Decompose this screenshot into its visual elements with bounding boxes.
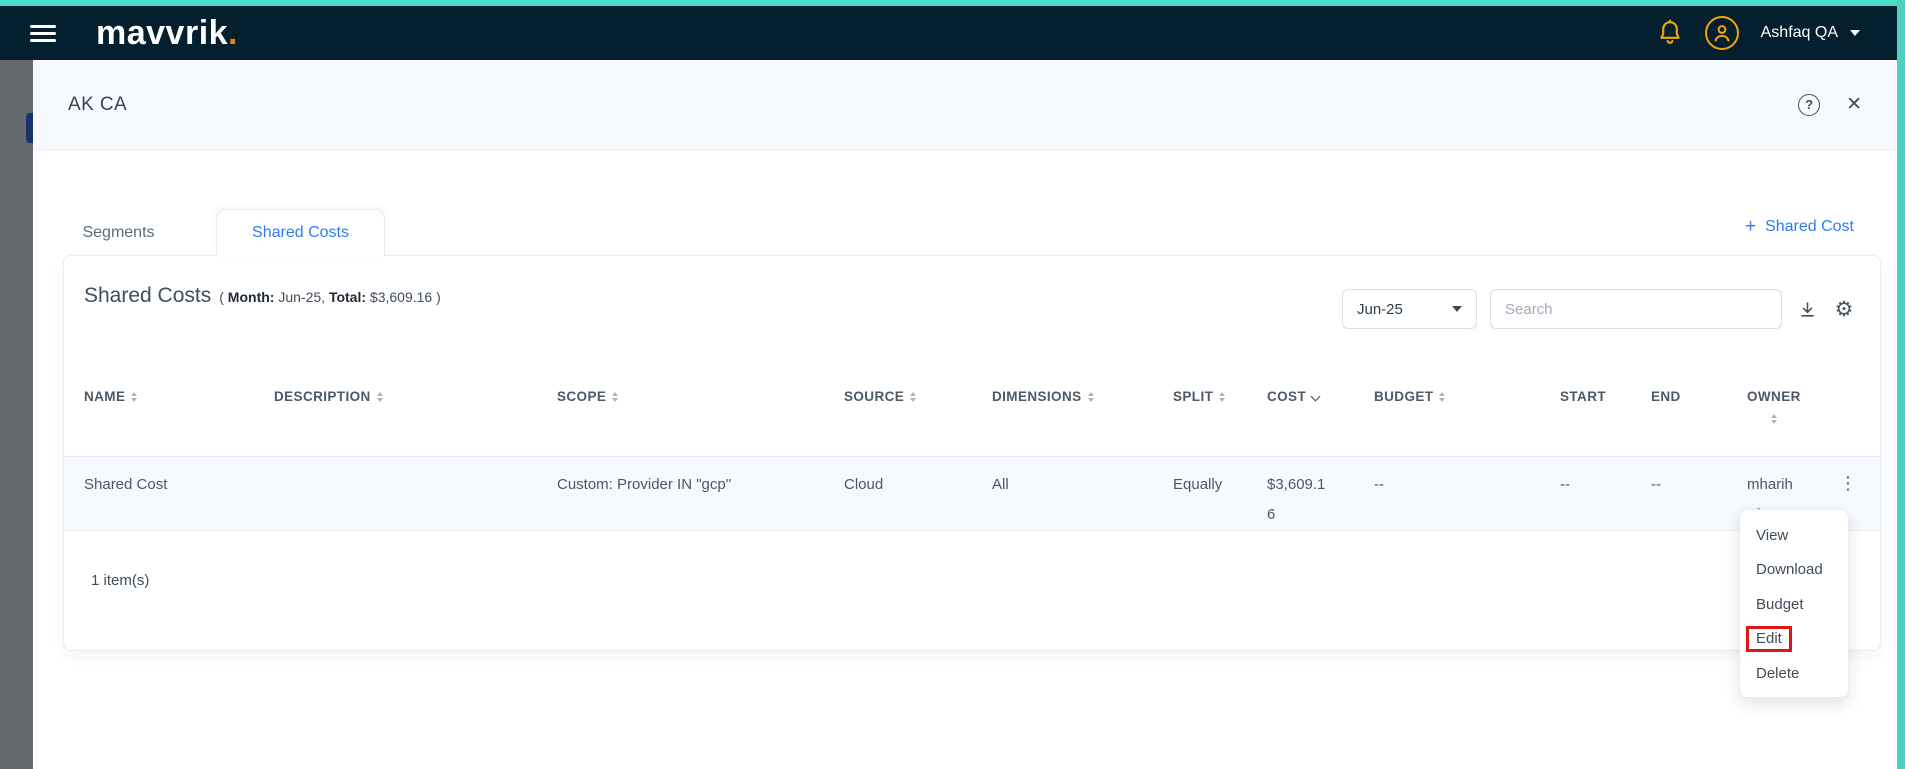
modal-header: AK CA ? ✕ xyxy=(33,60,1897,150)
page: mavvrik. Ashfaq QA xyxy=(0,0,1905,769)
column-header-name[interactable]: NAME xyxy=(84,371,274,424)
table-row[interactable]: Shared Cost Custom: Provider IN "gcp" Cl… xyxy=(64,456,1880,531)
sort-icon xyxy=(1439,392,1445,402)
settings-gear-icon[interactable]: ⚙ xyxy=(1832,297,1856,321)
sort-desc-icon xyxy=(1311,392,1321,402)
notifications-bell-icon[interactable] xyxy=(1657,19,1683,47)
menu-item-edit[interactable]: Edit xyxy=(1740,622,1848,657)
add-shared-cost-button[interactable]: + Shared Cost xyxy=(1745,212,1854,242)
search-input[interactable] xyxy=(1490,289,1782,329)
help-icon[interactable]: ? xyxy=(1798,94,1820,116)
sort-icon xyxy=(1088,392,1094,402)
column-header-cost[interactable]: COST xyxy=(1267,371,1374,424)
cell-scope: Custom: Provider IN "gcp" xyxy=(557,457,844,530)
column-header-description[interactable]: DESCRIPTION xyxy=(274,371,557,424)
sort-icon xyxy=(910,392,916,402)
sort-icon xyxy=(131,392,137,402)
menu-item-budget[interactable]: Budget xyxy=(1740,587,1848,622)
cell-name: Shared Cost xyxy=(84,457,274,530)
month-value: Jun-25, xyxy=(278,289,325,305)
logo-dot: . xyxy=(228,14,238,52)
menu-item-delete[interactable]: Delete xyxy=(1740,656,1848,691)
month-label: Month: xyxy=(228,289,275,305)
sort-icon xyxy=(377,392,383,402)
sort-icon xyxy=(612,392,618,402)
navbar-right: Ashfaq QA xyxy=(1657,16,1860,50)
user-menu[interactable]: Ashfaq QA xyxy=(1761,24,1860,42)
card-title: Shared Costs xyxy=(84,284,211,308)
close-icon[interactable]: ✕ xyxy=(1846,95,1862,114)
total-value: $3,609.16 xyxy=(370,289,432,305)
chevron-down-icon xyxy=(1452,306,1462,312)
chevron-down-icon xyxy=(1850,30,1860,36)
card-heading: Shared Costs ( Month: Jun-25, Total: $3,… xyxy=(84,284,441,308)
items-count: 1 item(s) xyxy=(91,572,149,589)
column-header-split[interactable]: SPLIT xyxy=(1173,371,1267,424)
table-controls: Jun-25 ⚙ xyxy=(1342,289,1856,329)
tab-shared-costs[interactable]: Shared Costs xyxy=(216,209,385,256)
sort-icon xyxy=(1219,392,1225,402)
column-header-start[interactable]: START xyxy=(1560,371,1651,424)
cell-description xyxy=(274,457,557,530)
plus-icon: + xyxy=(1745,216,1756,238)
table-header-row: NAME DESCRIPTION SCOPE SOURCE DIMENSIONS… xyxy=(64,371,1880,424)
column-header-end[interactable]: END xyxy=(1651,371,1747,424)
total-label: Total: xyxy=(329,289,366,305)
column-header-actions xyxy=(1839,371,1882,424)
download-icon[interactable] xyxy=(1795,297,1819,321)
tab-segments[interactable]: Segments xyxy=(53,209,184,256)
hamburger-menu-icon[interactable] xyxy=(30,21,56,46)
modal-title: AK CA xyxy=(68,94,127,116)
cell-end: -- xyxy=(1651,457,1747,530)
dimmed-background xyxy=(0,60,33,769)
cell-split: Equally xyxy=(1173,457,1267,530)
card-meta: ( Month: Jun-25, Total: $3,609.16 ) xyxy=(219,289,441,305)
column-header-owner[interactable]: OWNER xyxy=(1747,371,1839,424)
column-header-dimensions[interactable]: DIMENSIONS xyxy=(992,371,1173,424)
column-header-scope[interactable]: SCOPE xyxy=(557,371,844,424)
column-header-source[interactable]: SOURCE xyxy=(844,371,992,424)
cell-source: Cloud xyxy=(844,457,992,530)
user-avatar-icon[interactable] xyxy=(1705,16,1739,50)
top-border xyxy=(0,0,1905,6)
cell-cost: $3,609.16 xyxy=(1267,457,1374,530)
shared-costs-card: Shared Costs ( Month: Jun-25, Total: $3,… xyxy=(63,255,1881,651)
cell-budget: -- xyxy=(1374,457,1560,530)
month-select[interactable]: Jun-25 xyxy=(1342,289,1477,329)
column-header-budget[interactable]: BUDGET xyxy=(1374,371,1560,424)
row-context-menu: View Download Budget Edit Delete xyxy=(1739,509,1849,698)
user-name: Ashfaq QA xyxy=(1761,24,1838,42)
annotation-highlight-box: Edit xyxy=(1746,626,1792,652)
app-logo: mavvrik. xyxy=(96,14,238,53)
sort-icon xyxy=(1771,414,1777,424)
cell-start: -- xyxy=(1560,457,1651,530)
menu-item-view[interactable]: View xyxy=(1740,518,1848,553)
cell-dimensions: All xyxy=(992,457,1173,530)
navbar: mavvrik. Ashfaq QA xyxy=(0,6,1905,60)
menu-item-download[interactable]: Download xyxy=(1740,553,1848,588)
right-border xyxy=(1897,0,1905,769)
shared-costs-modal: AK CA ? ✕ Segments Shared Costs + Shared… xyxy=(33,60,1897,769)
